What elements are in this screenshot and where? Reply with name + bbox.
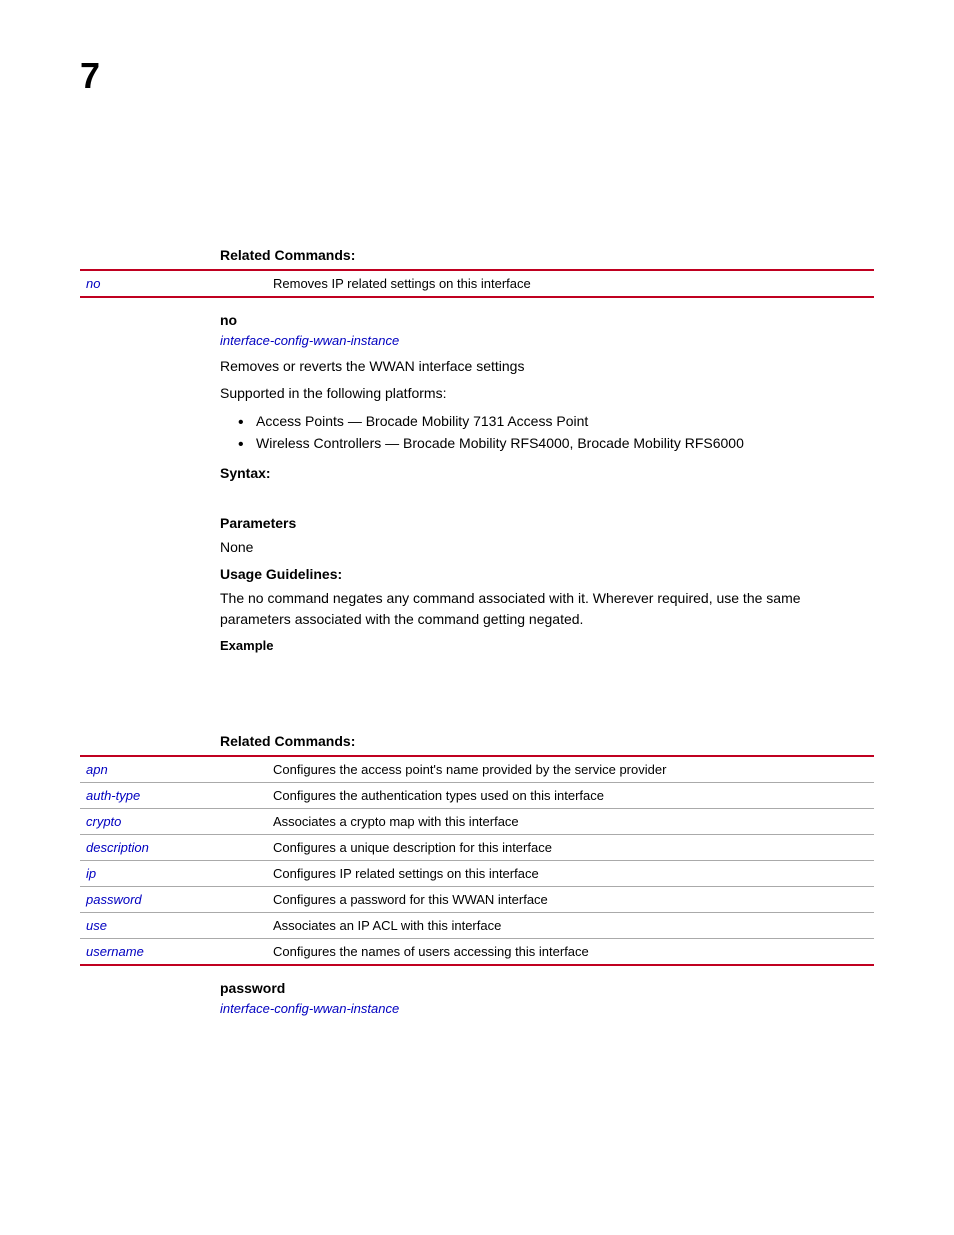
table-row: ip Configures IP related settings on this… — [80, 860, 874, 886]
cmd-desc: Removes IP related settings on this inte… — [267, 270, 874, 297]
cmd-desc: Configures the authentication types used… — [267, 782, 874, 808]
table-row: use Associates an IP ACL with this interf… — [80, 912, 874, 938]
table-row: password Configures a password for this W… — [80, 886, 874, 912]
platforms-intro: Supported in the following platforms: — [220, 383, 874, 404]
cmd-desc: Associates a crypto map with this interf… — [267, 808, 874, 834]
related-commands-table-2: apn Configures the access point's name pr… — [80, 755, 874, 966]
related-commands-heading-2: Related Commands: — [220, 733, 874, 749]
table-row: description Configures a unique descripti… — [80, 834, 874, 860]
chapter-number: 7 — [80, 55, 874, 97]
interface-link[interactable]: interface-config-wwan-instance — [220, 1001, 399, 1016]
cmd-desc: Configures a password for this WWAN inte… — [267, 886, 874, 912]
cmd-link[interactable]: ip — [86, 866, 96, 881]
no-title: no — [220, 312, 874, 328]
cmd-link[interactable]: username — [86, 944, 144, 959]
table-row: no Removes IP related settings on this i… — [80, 270, 874, 297]
related-commands-heading-1: Related Commands: — [220, 247, 874, 263]
table-row: username Configures the names of users ac… — [80, 938, 874, 965]
cmd-desc: Associates an IP ACL with this interface — [267, 912, 874, 938]
cmd-link[interactable]: apn — [86, 762, 108, 777]
platforms-list: Access Points — Brocade Mobility 7131 Ac… — [220, 410, 874, 455]
cmd-desc: Configures a unique description for this… — [267, 834, 874, 860]
parameters-body: None — [220, 537, 874, 558]
cmd-link[interactable]: use — [86, 918, 107, 933]
table-row: apn Configures the access point's name pr… — [80, 756, 874, 783]
cmd-link[interactable]: password — [86, 892, 142, 907]
interface-link[interactable]: interface-config-wwan-instance — [220, 333, 399, 348]
syntax-heading: Syntax: — [220, 465, 874, 481]
table-row: crypto Associates a crypto map with this … — [80, 808, 874, 834]
cmd-link[interactable]: description — [86, 840, 149, 855]
cmd-link[interactable]: auth-type — [86, 788, 140, 803]
usage-heading: Usage Guidelines: — [220, 566, 874, 582]
no-description: Removes or reverts the WWAN interface se… — [220, 356, 874, 377]
table-row: auth-type Configures the authentication t… — [80, 782, 874, 808]
password-title: password — [220, 980, 874, 996]
cmd-link[interactable]: no — [86, 276, 100, 291]
usage-body: The no command negates any command assoc… — [220, 588, 874, 630]
list-item: Access Points — Brocade Mobility 7131 Ac… — [256, 410, 874, 432]
cmd-link[interactable]: crypto — [86, 814, 121, 829]
cmd-desc: Configures the access point's name provi… — [267, 756, 874, 783]
example-heading: Example — [220, 638, 874, 653]
cmd-desc: Configures IP related settings on this i… — [267, 860, 874, 886]
list-item: Wireless Controllers — Brocade Mobility … — [256, 432, 874, 454]
related-commands-table-1: no Removes IP related settings on this i… — [80, 269, 874, 298]
cmd-desc: Configures the names of users accessing … — [267, 938, 874, 965]
parameters-heading: Parameters — [220, 515, 874, 531]
